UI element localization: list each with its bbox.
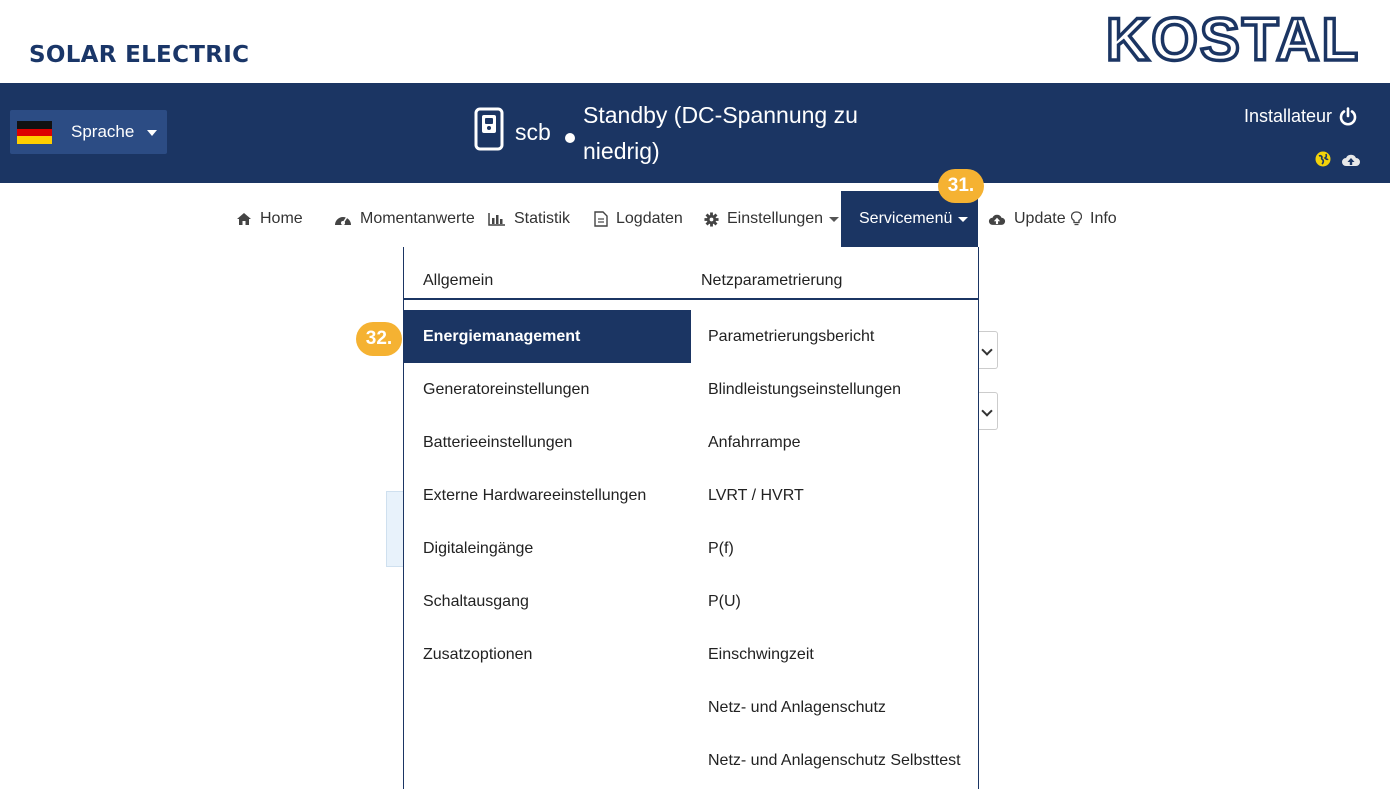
- nav-info[interactable]: Info: [1071, 191, 1117, 247]
- lightbulb-icon: [1071, 211, 1082, 226]
- nav-logdaten-label: Logdaten: [616, 210, 683, 227]
- nav-momentanwerte[interactable]: Momentanwerte: [334, 191, 475, 247]
- menu-item-anfahrrampe[interactable]: Anfahrrampe: [691, 416, 978, 469]
- power-icon: [1339, 106, 1357, 125]
- device-name: scb: [515, 119, 551, 145]
- menu-item-batterieeinstellungen[interactable]: Batterieeinstellungen: [404, 416, 691, 469]
- dropdown-header-row: Allgemein Netzparametrierung: [404, 247, 978, 300]
- logo-text: KOSTAL: [1108, 6, 1358, 72]
- menu-item-blindleistungseinstellungen[interactable]: Blindleistungseinstellungen: [691, 363, 978, 416]
- status-dot-icon: [565, 133, 575, 143]
- nav-servicemenu-label: Servicemenü: [859, 210, 953, 227]
- german-flag-icon: [17, 121, 52, 144]
- nav-update-label: Update: [1014, 210, 1066, 227]
- menu-item-externe-hardwareeinstellungen[interactable]: Externe Hardwareeinstellungen: [404, 469, 691, 522]
- menu-item-lvrt-hvrt[interactable]: LVRT / HVRT: [691, 469, 978, 522]
- cloud-upload-icon: [988, 214, 1006, 225]
- main-nav: Home Momentanwerte Statistik Logdaten Ei…: [0, 191, 1390, 247]
- nav-home-label: Home: [260, 210, 303, 227]
- servicemenu-dropdown: Allgemein Netzparametrierung Energiemana…: [403, 247, 979, 789]
- top-bar: Sprache scb Standby (DC-Spannung zu nied…: [0, 83, 1390, 183]
- menu-item-netz-und-anlagenschutz-selbsttest[interactable]: Netz- und Anlagenschutz Selbsttest: [691, 734, 978, 787]
- nav-home[interactable]: Home: [236, 191, 303, 247]
- background-select-2[interactable]: [978, 392, 998, 430]
- step-badge-32: 32.: [356, 322, 402, 356]
- brand-tagline: SOLAR ELECTRIC: [29, 42, 250, 68]
- nav-statistik-label: Statistik: [514, 210, 571, 227]
- user-logout-link[interactable]: Installateur: [1244, 106, 1358, 127]
- home-icon: [237, 213, 251, 225]
- caret-down-icon: [958, 216, 969, 222]
- caret-down-icon: [829, 216, 840, 222]
- language-label: Sprache: [71, 122, 135, 141]
- cloud-upload-icon[interactable]: [1341, 153, 1361, 167]
- background-select-1[interactable]: [978, 331, 998, 369]
- nav-einstellungen[interactable]: Einstellungen: [704, 191, 840, 247]
- user-label: Installateur: [1244, 106, 1333, 126]
- menu-item-digitaleingaenge[interactable]: Digitaleingänge: [404, 522, 691, 575]
- caret-down-icon: [147, 130, 157, 136]
- menu-item-generatoreinstellungen[interactable]: Generatoreinstellungen: [404, 363, 691, 416]
- menu-item-zusatzoptionen[interactable]: Zusatzoptionen: [404, 628, 691, 681]
- device-status: Standby (DC-Spannung zu niedrig): [583, 102, 858, 164]
- nav-logdaten[interactable]: Logdaten: [594, 191, 683, 247]
- column-header-allgemein: Allgemein: [423, 272, 494, 289]
- globe-icon[interactable]: [1315, 151, 1331, 167]
- nav-info-label: Info: [1090, 210, 1117, 227]
- step-badge-31: 31.: [938, 169, 984, 203]
- bar-chart-icon: [488, 213, 505, 226]
- dashboard-icon: [335, 216, 351, 225]
- menu-item-parametrierungsbericht[interactable]: Parametrierungsbericht: [691, 310, 978, 363]
- document-icon: [594, 211, 608, 227]
- nav-momentanwerte-label: Momentanwerte: [360, 210, 475, 227]
- gear-icon: [704, 211, 719, 227]
- inverter-device-icon: [474, 107, 504, 151]
- menu-item-energiemanagement[interactable]: Energiemanagement: [404, 310, 691, 363]
- kostal-logo: KOSTAL: [1108, 6, 1358, 72]
- nav-statistik[interactable]: Statistik: [488, 191, 570, 247]
- menu-item-p-f[interactable]: P(f): [691, 522, 978, 575]
- nav-update[interactable]: Update: [988, 191, 1066, 247]
- menu-item-einschwingzeit[interactable]: Einschwingzeit: [691, 628, 978, 681]
- menu-item-schaltausgang[interactable]: Schaltausgang: [404, 575, 691, 628]
- menu-item-p-u[interactable]: P(U): [691, 575, 978, 628]
- language-dropdown[interactable]: Sprache: [10, 110, 167, 154]
- nav-einstellungen-label: Einstellungen: [727, 210, 824, 227]
- menu-item-netz-und-anlagenschutz[interactable]: Netz- und Anlagenschutz: [691, 681, 978, 734]
- column-header-netzparametrierung: Netzparametrierung: [701, 272, 843, 289]
